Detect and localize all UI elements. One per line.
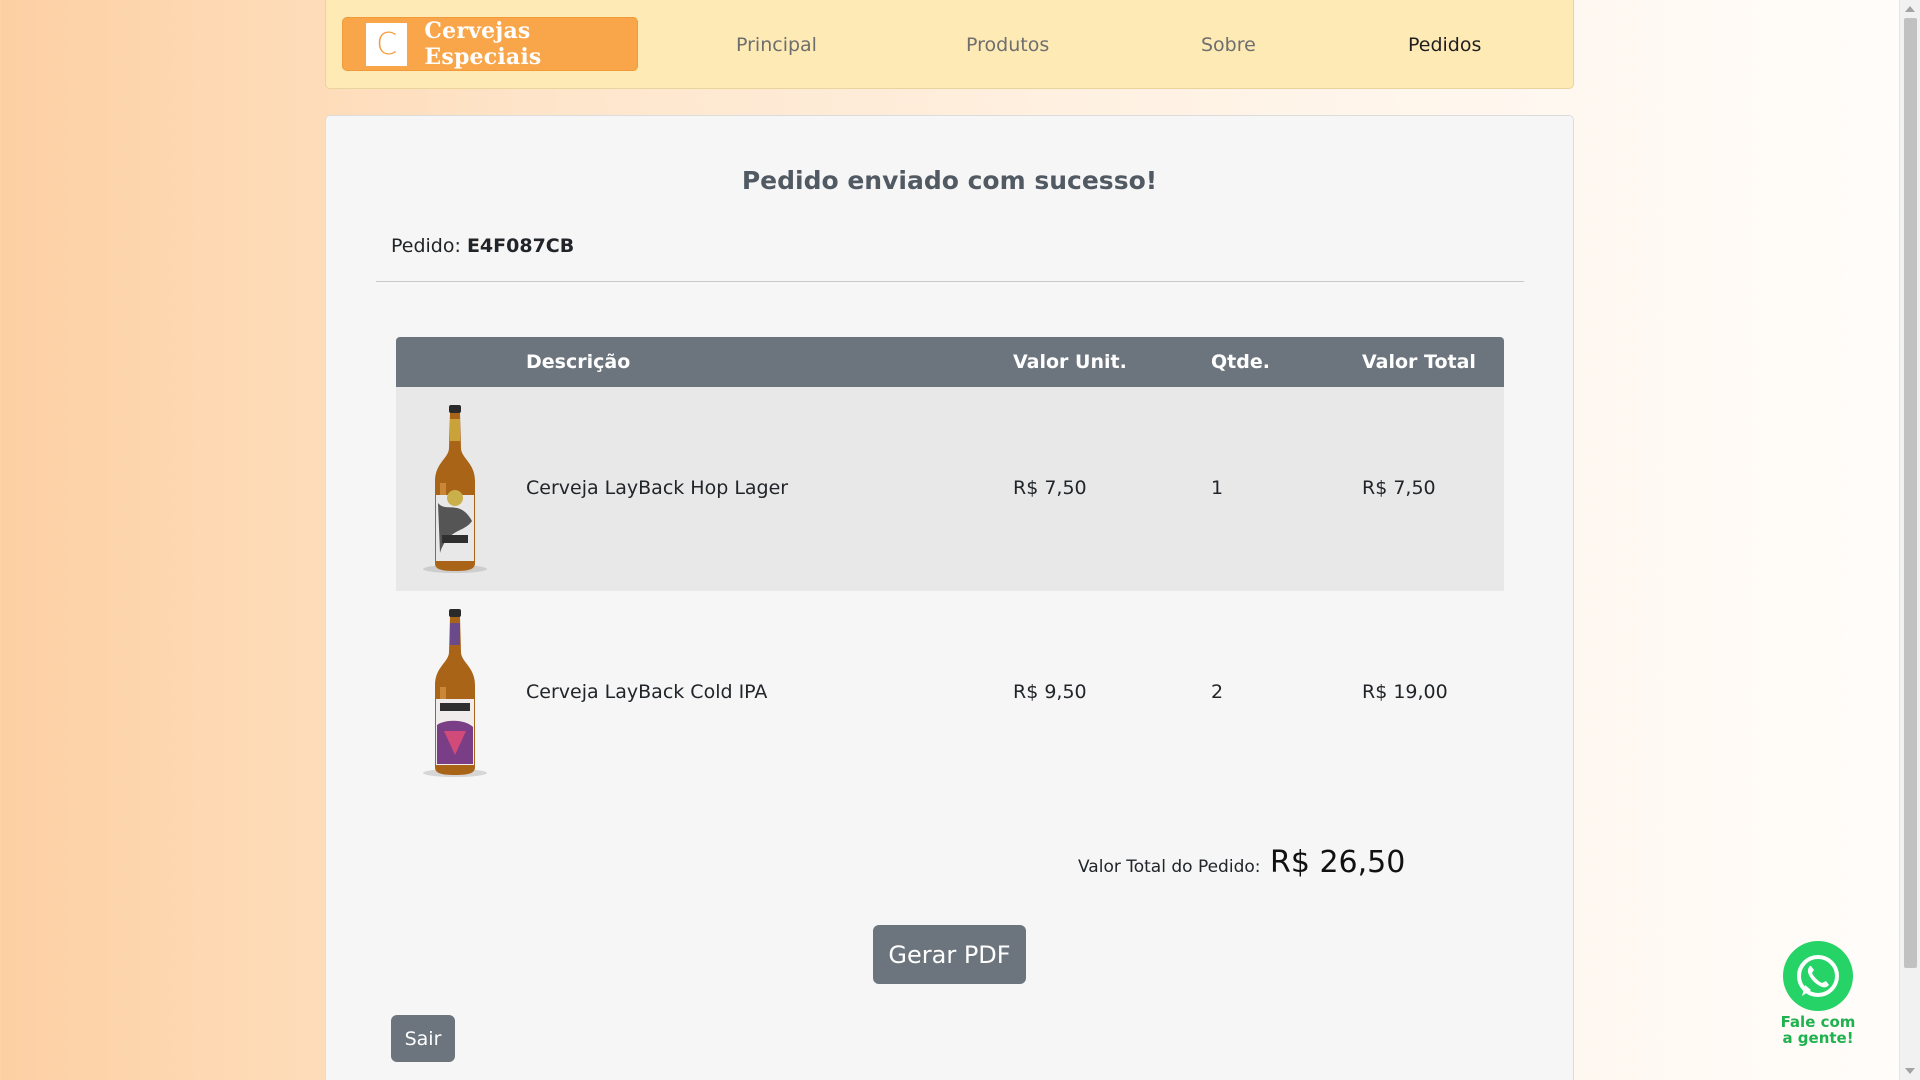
nav-link-pedidos[interactable]: Pedidos — [1408, 34, 1481, 56]
beer-bottle-cold-ipa-icon — [423, 609, 487, 777]
item-unit-price: R$ 7,50 — [1013, 477, 1087, 499]
item-description: Cerveja LayBack Cold IPA — [526, 681, 768, 703]
nav-link-principal[interactable]: Principal — [736, 34, 817, 56]
exit-button[interactable]: Sair — [391, 1015, 455, 1062]
order-total-label: Valor Total do Pedido: — [1078, 857, 1261, 877]
nav-link-produtos[interactable]: Produtos — [966, 34, 1049, 56]
table-row: Cerveja LayBack Cold IPA R$ 9,50 2 R$ 19… — [396, 591, 1504, 795]
item-total: R$ 19,00 — [1362, 681, 1448, 703]
order-number: Pedido: E4F087CB — [391, 235, 574, 257]
success-message: Pedido enviado com sucesso! — [741, 166, 1158, 195]
item-quantity: 2 — [1211, 681, 1224, 703]
nav-link-sobre[interactable]: Sobre — [1201, 34, 1256, 56]
order-total-value: R$ 26,50 — [1270, 845, 1406, 880]
scroll-up-arrow-icon[interactable] — [1905, 6, 1915, 12]
whatsapp-icon — [1783, 941, 1853, 1011]
brand-logo-icon: C — [366, 22, 408, 66]
header-unit-price: Valor Unit. — [1013, 351, 1127, 373]
scroll-down-arrow-icon[interactable] — [1905, 1068, 1915, 1074]
whatsapp-contact-button[interactable]: Fale com a gente! — [1774, 941, 1860, 1051]
item-quantity: 1 — [1211, 477, 1224, 499]
header-total: Valor Total — [1362, 351, 1476, 373]
order-code: E4F087CB — [466, 235, 575, 257]
order-card: Pedido enviado com sucesso! Pedido: E4F0… — [325, 115, 1574, 1080]
whatsapp-label-line1: Fale com — [1780, 1013, 1856, 1031]
generate-pdf-button[interactable]: Gerar PDF — [873, 925, 1026, 984]
page-scrollbar[interactable] — [1899, 0, 1920, 1080]
divider — [376, 281, 1524, 282]
order-label: Pedido: — [391, 235, 461, 257]
item-total: R$ 7,50 — [1362, 477, 1436, 499]
brand-logo-link[interactable]: C Cervejas Especiais — [342, 17, 638, 71]
order-items-table: Descrição Valor Unit. Qtde. Valor Total … — [396, 337, 1504, 795]
whatsapp-label-line2: a gente! — [1782, 1029, 1854, 1047]
beer-bottle-hop-lager-icon — [423, 405, 487, 573]
item-unit-price: R$ 9,50 — [1013, 681, 1087, 703]
top-navbar: C Cervejas Especiais Principal Produtos … — [325, 0, 1574, 89]
scrollbar-thumb[interactable] — [1904, 18, 1917, 968]
table-header: Descrição Valor Unit. Qtde. Valor Total — [396, 337, 1504, 387]
whatsapp-label: Fale com a gente! — [1774, 1014, 1862, 1046]
header-description: Descrição — [526, 351, 631, 373]
brand-name: Cervejas Especiais — [424, 18, 542, 70]
table-row: Cerveja LayBack Hop Lager R$ 7,50 1 R$ 7… — [396, 387, 1504, 591]
item-description: Cerveja LayBack Hop Lager — [526, 477, 789, 499]
header-quantity: Qtde. — [1211, 351, 1270, 373]
